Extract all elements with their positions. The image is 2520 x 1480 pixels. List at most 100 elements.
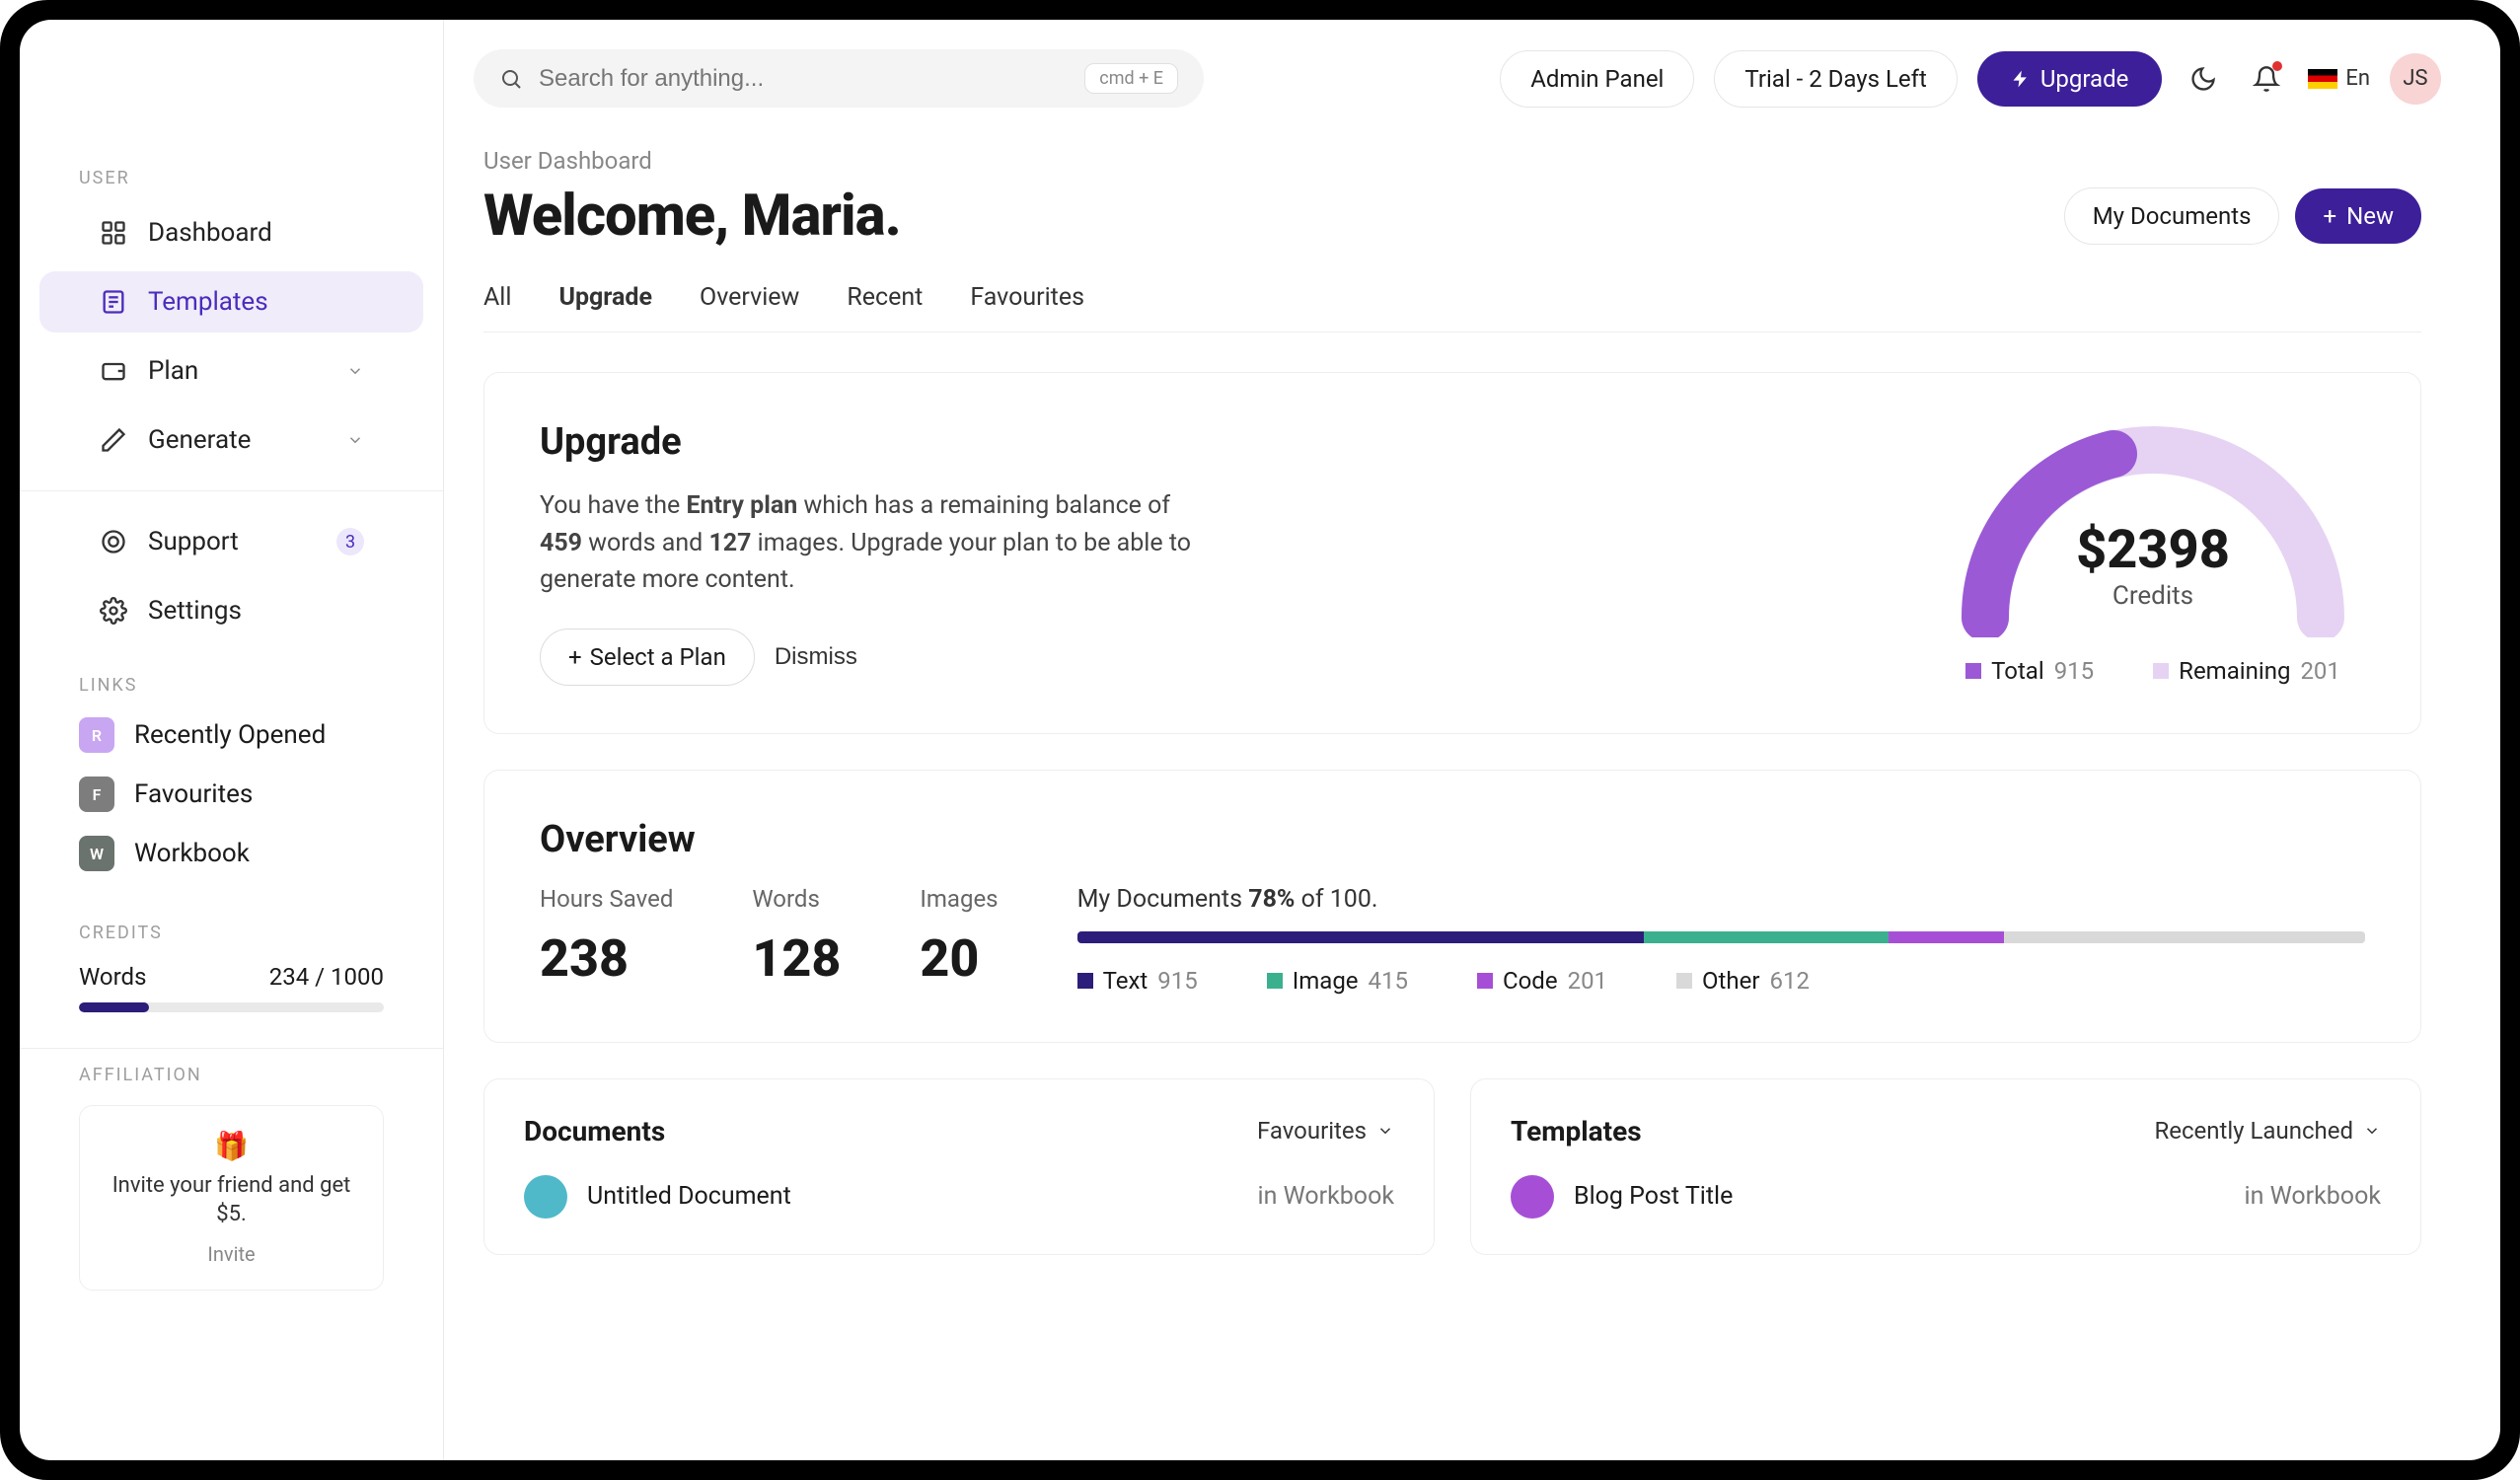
notifications-button[interactable]: [2245, 57, 2288, 101]
new-label: New: [2346, 202, 2394, 230]
dismiss-button[interactable]: Dismiss: [775, 629, 857, 686]
templates-card: Templates Recently Launched Blog Post Ti…: [1470, 1078, 2421, 1255]
trial-status[interactable]: Trial - 2 Days Left: [1714, 50, 1957, 108]
breadcrumb: User Dashboard: [483, 147, 2421, 175]
legend-other: Other612: [1676, 967, 1810, 995]
plus-icon: +: [2323, 202, 2336, 230]
dashboard-icon: [99, 218, 128, 248]
affiliation-box: 🎁 Invite your friend and get $5. Invite: [79, 1105, 384, 1291]
link-label: Workbook: [134, 839, 250, 868]
bolt-icon: [2011, 69, 2031, 89]
credits-used: 234 / 1000: [269, 963, 384, 991]
tab-upgrade[interactable]: Upgrade: [558, 269, 652, 332]
overview-title: Overview: [540, 818, 2365, 861]
user-avatar[interactable]: JS: [2390, 53, 2441, 105]
pencil-icon: [99, 425, 128, 455]
legend-code: Code201: [1477, 967, 1607, 995]
upgrade-text: You have the Entry plan which has a rema…: [540, 487, 1211, 599]
flag-icon: [2308, 69, 2337, 89]
sidebar-item-label: Generate: [148, 425, 327, 455]
link-workbook[interactable]: W Workbook: [20, 824, 443, 883]
tab-all[interactable]: All: [483, 269, 511, 332]
upgrade-button[interactable]: Upgrade: [1977, 51, 2163, 107]
tab-favourites[interactable]: Favourites: [970, 269, 1084, 332]
sidebar-item-plan[interactable]: Plan: [39, 340, 423, 402]
chevron-down-icon: [346, 431, 364, 449]
section-links-label: LINKS: [20, 675, 443, 705]
documents-progress-text: My Documents 78% of 100.: [1077, 885, 2365, 914]
legend-remaining: Remaining 201: [2153, 657, 2340, 685]
link-label: Recently Opened: [134, 720, 326, 750]
template-row[interactable]: Blog Post Title in Workbook: [1511, 1175, 2381, 1219]
chevron-down-icon: [1376, 1122, 1394, 1140]
document-row[interactable]: Untitled Document in Workbook: [524, 1175, 1394, 1219]
sidebar-item-dashboard[interactable]: Dashboard: [39, 202, 423, 263]
language-selector[interactable]: En: [2308, 57, 2370, 101]
wallet-icon: [99, 356, 128, 386]
lang-label: En: [2345, 66, 2370, 91]
gift-icon: 🎁: [96, 1130, 367, 1162]
link-label: Favourites: [134, 779, 253, 809]
sidebar-item-label: Dashboard: [148, 218, 364, 248]
theme-toggle[interactable]: [2182, 57, 2225, 101]
gear-icon: [99, 596, 128, 626]
admin-panel-button[interactable]: Admin Panel: [1500, 50, 1694, 108]
tab-overview[interactable]: Overview: [700, 269, 799, 332]
page-title: Welcome, Maria.: [483, 183, 901, 250]
link-avatar: W: [79, 836, 114, 871]
section-user-label: USER: [20, 168, 443, 198]
search-icon: [499, 67, 523, 91]
plus-icon: +: [568, 643, 582, 671]
kbd-shortcut: cmd + E: [1084, 63, 1178, 94]
credits-name: Words: [79, 963, 146, 991]
notification-dot: [2272, 61, 2282, 71]
legend-total: Total 915: [1965, 657, 2094, 685]
templates-filter[interactable]: Recently Launched: [2154, 1117, 2381, 1145]
legend-image: Image415: [1267, 967, 1408, 995]
legend-text: Text915: [1077, 967, 1198, 995]
tabs: All Upgrade Overview Recent Favourites: [483, 269, 2421, 333]
sidebar-item-label: Templates: [148, 287, 364, 317]
topbar: cmd + E Admin Panel Trial - 2 Days Left …: [444, 20, 2500, 127]
invite-button[interactable]: Invite: [96, 1242, 367, 1266]
sidebar-item-settings[interactable]: Settings: [39, 580, 423, 641]
credits-gauge: $2398 Credits: [1941, 420, 2365, 637]
templates-icon: [99, 287, 128, 317]
chevron-down-icon: [2363, 1122, 2381, 1140]
documents-title: Documents: [524, 1115, 665, 1147]
templates-title: Templates: [1511, 1115, 1642, 1147]
sidebar-item-generate[interactable]: Generate: [39, 409, 423, 471]
gauge-value: $2398: [1941, 519, 2365, 581]
sidebar-item-templates[interactable]: Templates: [39, 271, 423, 333]
stat-hours: Hours Saved 238: [540, 885, 673, 989]
stat-images: Images 20: [920, 885, 998, 989]
link-recently-opened[interactable]: R Recently Opened: [20, 705, 443, 765]
section-credits-label: CREDITS: [20, 923, 443, 953]
upgrade-card: Upgrade You have the Entry plan which ha…: [483, 372, 2421, 734]
segment-bar: [1077, 931, 2365, 943]
template-icon: [1511, 1175, 1554, 1219]
documents-card: Documents Favourites Untitled Document i…: [483, 1078, 1435, 1255]
support-badge: 3: [336, 528, 364, 555]
sidebar-item-label: Plan: [148, 356, 327, 386]
search-input[interactable]: [539, 65, 1069, 93]
chevron-down-icon: [346, 362, 364, 380]
sidebar-item-support[interactable]: Support 3: [39, 511, 423, 572]
my-documents-button[interactable]: My Documents: [2064, 187, 2280, 245]
upgrade-title: Upgrade: [540, 420, 1882, 464]
affil-message: Invite your friend and get $5.: [96, 1172, 367, 1228]
documents-filter[interactable]: Favourites: [1257, 1117, 1394, 1145]
select-plan-button[interactable]: + Select a Plan: [540, 629, 755, 686]
new-button[interactable]: + New: [2295, 188, 2421, 244]
link-favourites[interactable]: F Favourites: [20, 765, 443, 824]
document-icon: [524, 1175, 567, 1219]
link-avatar: R: [79, 717, 114, 753]
sidebar-item-label: Settings: [148, 596, 364, 626]
stat-words: Words 128: [752, 885, 841, 989]
credits-box: Words 234 / 1000: [20, 953, 443, 1032]
search-box[interactable]: cmd + E: [474, 49, 1204, 108]
tab-recent[interactable]: Recent: [847, 269, 923, 332]
upgrade-label: Upgrade: [2040, 65, 2129, 93]
credits-progress: [79, 1002, 384, 1012]
lifebuoy-icon: [99, 527, 128, 556]
